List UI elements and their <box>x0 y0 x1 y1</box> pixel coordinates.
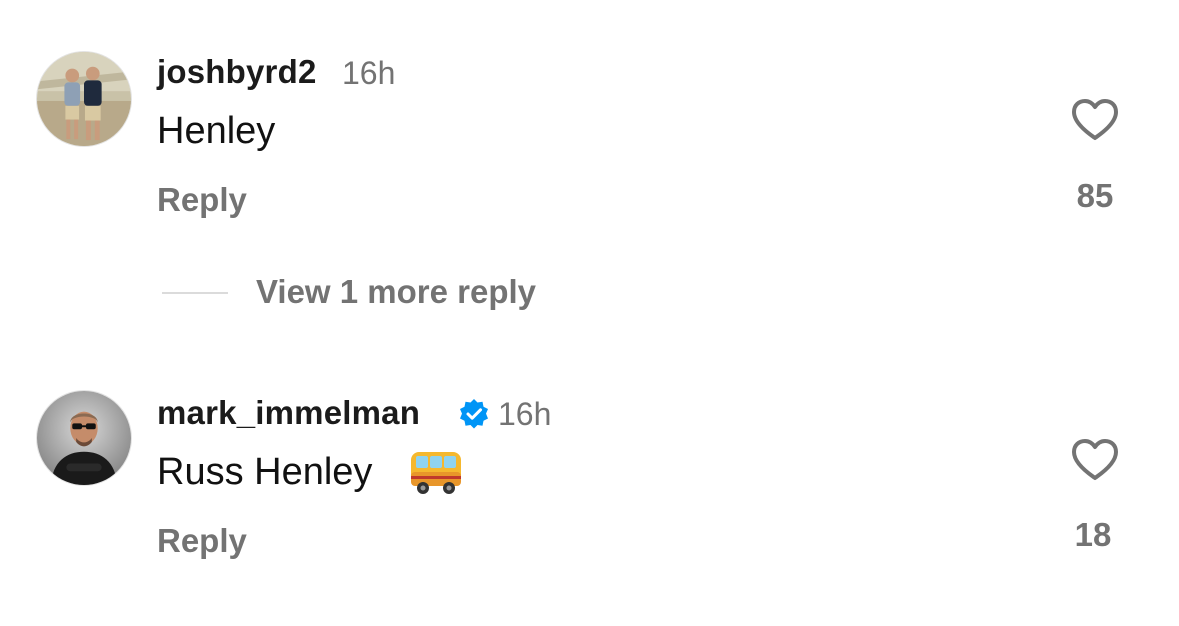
heart-icon[interactable] <box>1070 98 1120 142</box>
comment-username[interactable]: mark_immelman <box>157 394 420 432</box>
view-more-replies-button[interactable]: View 1 more reply <box>256 273 536 311</box>
like-count: 85 <box>1076 177 1114 214</box>
reply-button[interactable]: Reply <box>157 522 247 560</box>
avatar-joshbyrd2[interactable] <box>36 51 132 147</box>
avatar-photo-icon <box>37 52 131 146</box>
comment-timestamp: 16h <box>342 55 396 91</box>
comment-username[interactable]: joshbyrd2 <box>157 53 317 91</box>
avatar-mark-immelman[interactable] <box>36 390 132 486</box>
verified-badge-icon <box>458 398 490 430</box>
avatar-photo-icon <box>37 391 131 485</box>
heart-icon[interactable] <box>1070 438 1120 482</box>
thread-divider-line <box>162 292 228 294</box>
comment-text: Russ Henley <box>157 451 373 493</box>
reply-button[interactable]: Reply <box>157 181 247 219</box>
comment-timestamp: 16h <box>498 396 552 432</box>
like-count: 18 <box>1074 516 1112 553</box>
bus-emoji-icon <box>408 450 464 496</box>
comment-text: Henley <box>157 110 276 152</box>
